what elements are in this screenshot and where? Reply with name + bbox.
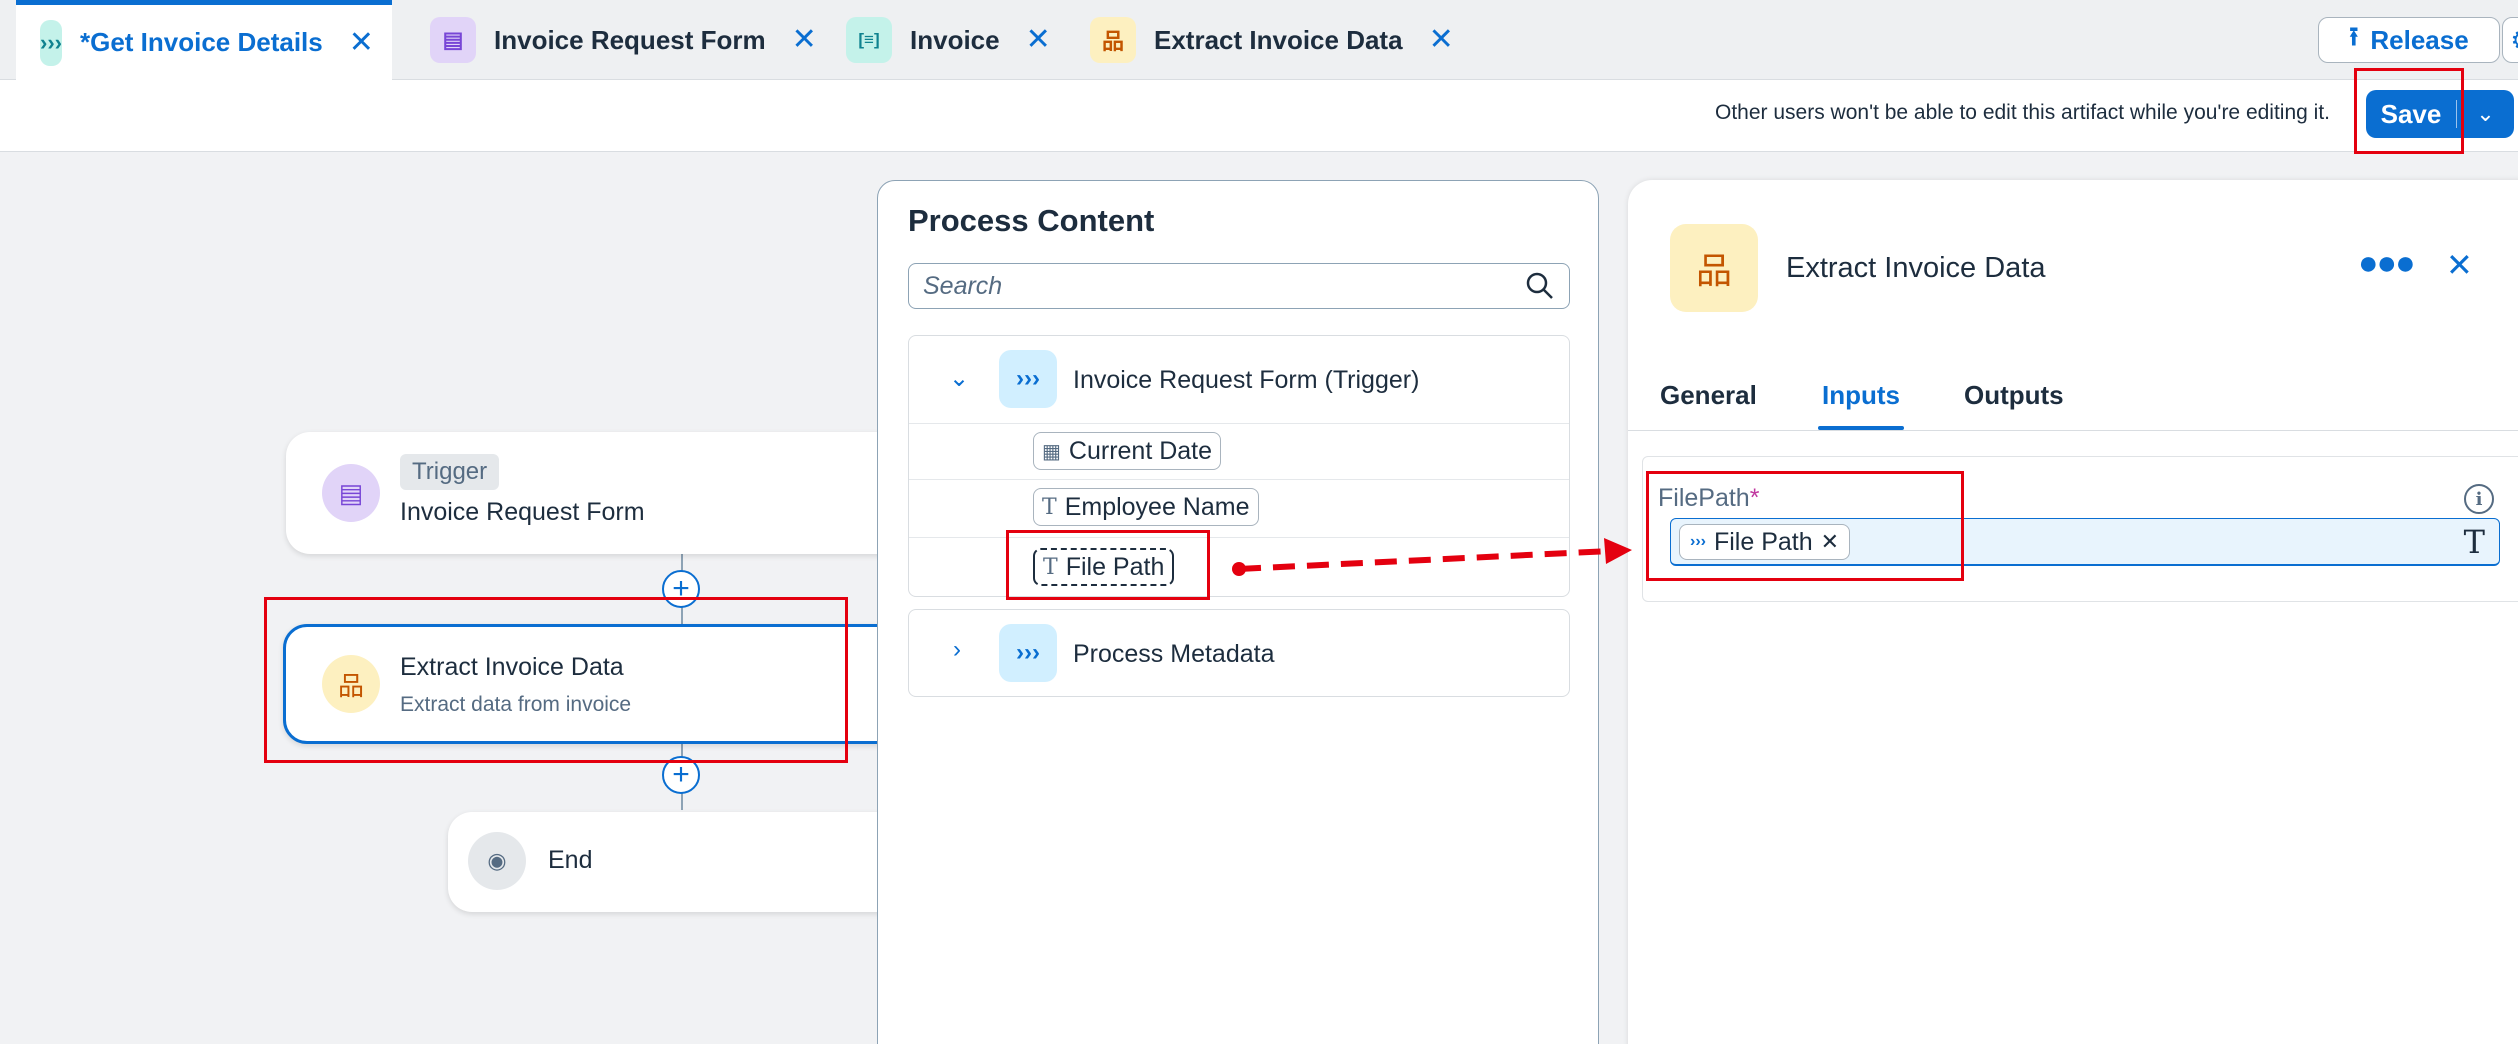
arrow-line: [1238, 548, 1611, 572]
arrow-head: [1604, 538, 1632, 564]
drag-arrow: [1232, 538, 1632, 576]
